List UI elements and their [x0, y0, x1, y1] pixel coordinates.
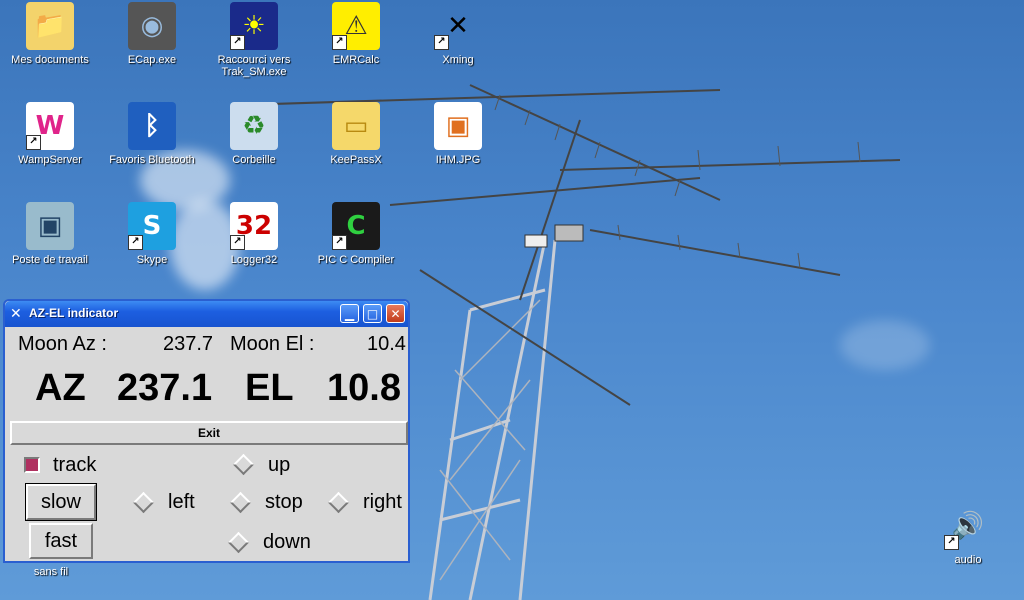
- desktop-icon-skype[interactable]: S ↗ Skype: [102, 200, 202, 266]
- desktop-icon-label: IHM.JPG: [435, 154, 481, 166]
- skype-icon: S ↗: [128, 202, 176, 250]
- stop-label: stop: [265, 491, 303, 513]
- shortcut-arrow-icon: ↗: [332, 235, 347, 250]
- desktop-icon-computer[interactable]: ▣ Poste de travail: [0, 200, 100, 266]
- el-label: EL: [245, 367, 294, 409]
- track-checkbox[interactable]: [24, 457, 40, 473]
- moon-position-row: Moon Az : 237.7 Moon El : 10.4: [15, 333, 406, 357]
- desktop-icon-wamp[interactable]: W ↗ WampServer: [0, 100, 100, 166]
- shortcut-arrow-icon: ↗: [230, 35, 245, 50]
- desktop-icon-recycle-bin[interactable]: ♻ Corbeille: [204, 100, 304, 166]
- el-value: 10.8: [327, 367, 401, 409]
- moon-az-value: 237.7: [163, 333, 214, 355]
- desktop-icon-label: PIC C Compiler: [317, 254, 395, 266]
- left-label: left: [168, 491, 195, 513]
- desktop-icon-label: Poste de travail: [12, 254, 88, 266]
- folder-documents-icon: 📁: [26, 2, 74, 50]
- window-title: AZ-EL indicator: [29, 306, 119, 320]
- logger-icon: 32 ↗: [230, 202, 278, 250]
- desktop-icon-label: audio: [954, 554, 982, 566]
- x-logo-icon: ✕ ↗: [434, 2, 482, 50]
- desktop-icon-antenna-warning[interactable]: ⚠ ↗ EMRCalc: [306, 0, 406, 66]
- wamp-icon: W ↗: [26, 102, 74, 150]
- maximize-button[interactable]: □: [363, 304, 382, 323]
- slow-button[interactable]: slow: [25, 483, 97, 521]
- moon-el-label: Moon El :: [230, 333, 315, 355]
- desktop-icon-pic-compiler[interactable]: C ↗ PIC C Compiler: [306, 200, 406, 266]
- track-label: track: [53, 454, 97, 476]
- desktop-icon-label: Raccourci vers Trak_SM.exe: [217, 54, 291, 78]
- shortcut-arrow-icon: ↗: [944, 535, 959, 550]
- fast-button[interactable]: fast: [29, 523, 93, 559]
- camera-icon: ◉: [128, 2, 176, 50]
- shortcut-arrow-icon: ↗: [332, 35, 347, 50]
- right-radio[interactable]: [327, 491, 350, 514]
- up-label: up: [268, 454, 291, 476]
- trak-icon: ☀ ↗: [230, 2, 278, 50]
- up-radio[interactable]: [232, 453, 255, 476]
- folder-icon: ▭: [332, 102, 380, 150]
- right-label: right: [363, 491, 402, 513]
- fast-label: fast: [44, 530, 78, 552]
- close-button[interactable]: ✕: [386, 304, 405, 323]
- partial-label: sans fil: [33, 566, 69, 578]
- minimize-button[interactable]: ▁: [340, 304, 359, 323]
- recycle-bin-icon: ♻: [230, 102, 278, 150]
- desktop-icon-label: KeePassX: [330, 154, 382, 166]
- down-label: down: [263, 531, 311, 553]
- minimize-icon: ▁: [344, 307, 355, 321]
- desktop-icon-label: WampServer: [18, 154, 82, 166]
- close-icon: ✕: [390, 307, 401, 321]
- image-file-icon: ▣: [434, 102, 482, 150]
- xming-logo-icon: ✕: [10, 306, 22, 322]
- desktop-icon-image-file[interactable]: ▣ IHM.JPG: [408, 100, 508, 166]
- shortcut-arrow-icon: ↗: [434, 35, 449, 50]
- desktop-icon-label: Xming: [442, 54, 474, 66]
- desktop-icon-bluetooth[interactable]: ᛒ Favoris Bluetooth: [102, 100, 202, 166]
- desktop-icon-label: Mes documents: [11, 54, 89, 66]
- desktop-icon-camera[interactable]: ◉ ECap.exe: [102, 0, 202, 66]
- desktop-icon-folder[interactable]: ▭ KeePassX: [306, 100, 406, 166]
- desktop-icon-label: EMRCalc: [332, 54, 380, 66]
- az-el-window: ✕ AZ-EL indicator ▁ □ ✕ Moon Az : 237.7 …: [3, 299, 410, 563]
- shortcut-arrow-icon: ↗: [128, 235, 143, 250]
- az-value: 237.1: [117, 367, 213, 409]
- desktop-icon-x-logo[interactable]: ✕ ↗ Xming: [408, 0, 508, 66]
- desktop-icon-label: ECap.exe: [127, 54, 177, 66]
- speaker-icon: 🔊 ↗: [944, 502, 992, 550]
- left-radio[interactable]: [132, 491, 155, 514]
- desktop-icon-folder-documents[interactable]: 📁 Mes documents: [0, 0, 100, 66]
- moon-el-value: 10.4: [367, 333, 406, 355]
- exit-button[interactable]: Exit: [10, 421, 408, 445]
- az-label: AZ: [35, 367, 86, 409]
- desktop-icon-label: Skype: [136, 254, 168, 266]
- shortcut-arrow-icon: ↗: [230, 235, 245, 250]
- down-radio[interactable]: [227, 531, 250, 554]
- antenna-warning-icon: ⚠ ↗: [332, 2, 380, 50]
- bluetooth-icon: ᛒ: [128, 102, 176, 150]
- pic-compiler-icon: C ↗: [332, 202, 380, 250]
- desktop-icon-logger[interactable]: 32 ↗ Logger32: [204, 200, 304, 266]
- desktop-icon-label: Corbeille: [232, 154, 276, 166]
- desktop-icon-label: Logger32: [230, 254, 278, 266]
- antenna-position-row: AZ 237.1 EL 10.8: [5, 367, 408, 411]
- desktop-icon-trak[interactable]: ☀ ↗ Raccourci vers Trak_SM.exe: [204, 0, 304, 78]
- desktop-icon-partial: sans fil: [1, 566, 101, 578]
- computer-icon: ▣: [26, 202, 74, 250]
- desktop-icon-speaker[interactable]: 🔊 ↗ audio: [918, 500, 1018, 566]
- window-titlebar[interactable]: ✕ AZ-EL indicator ▁ □ ✕: [5, 301, 408, 327]
- slow-label: slow: [40, 491, 81, 513]
- maximize-icon: □: [366, 307, 379, 321]
- shortcut-arrow-icon: ↗: [26, 135, 41, 150]
- moon-az-label: Moon Az :: [18, 333, 107, 355]
- stop-radio[interactable]: [229, 491, 252, 514]
- desktop-icon-label: Favoris Bluetooth: [109, 154, 195, 166]
